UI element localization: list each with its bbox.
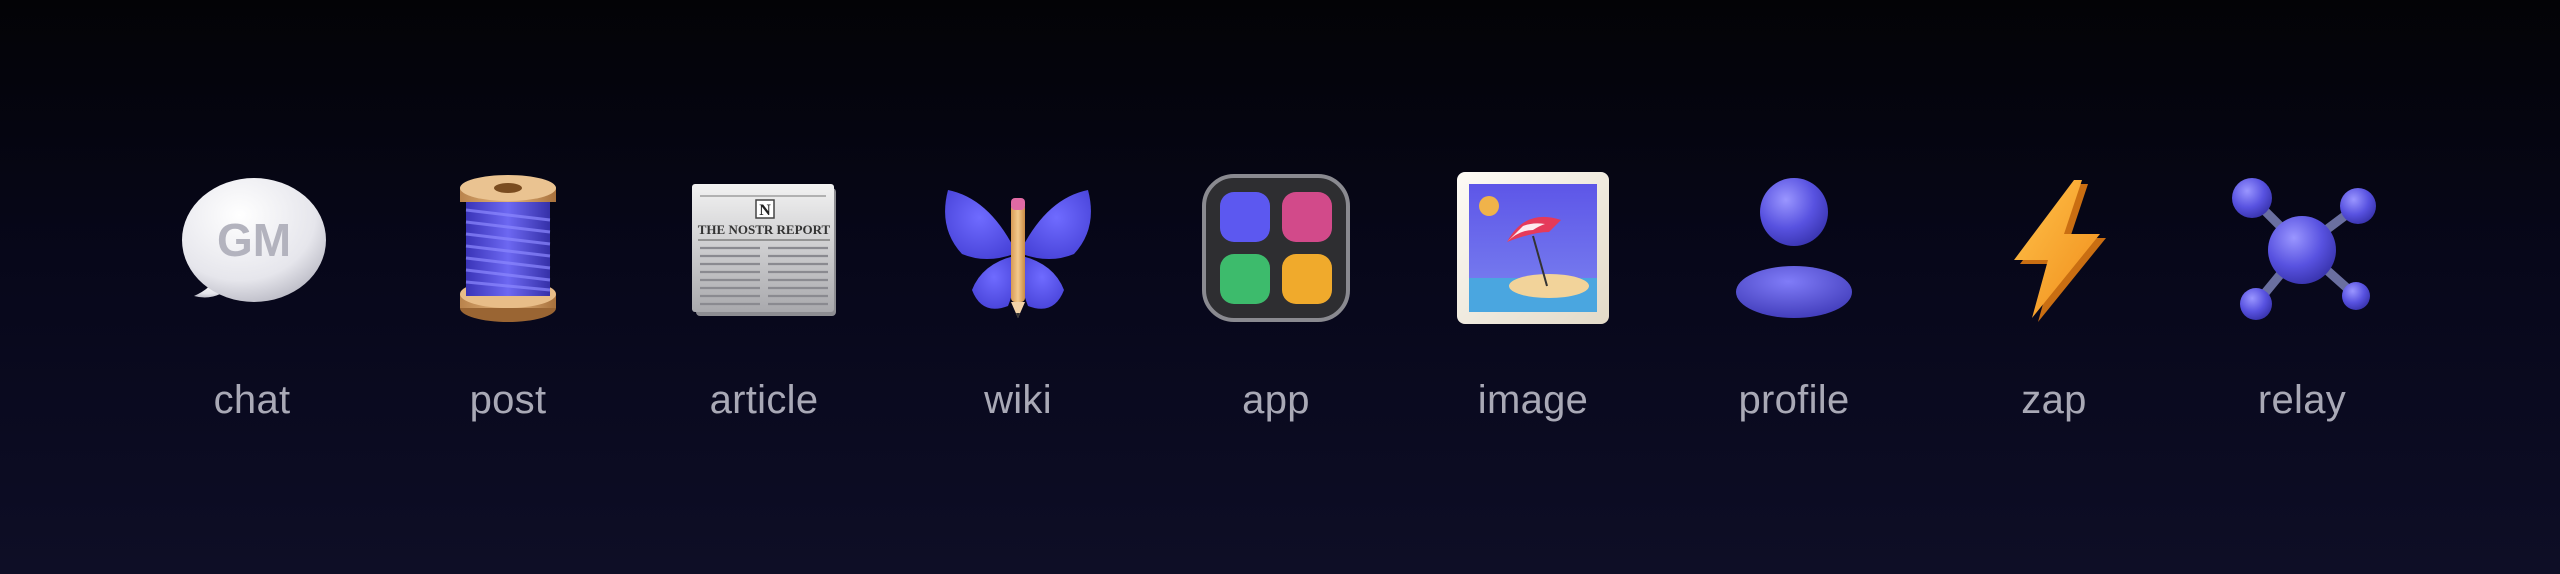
kind-label-zap: zap bbox=[2021, 378, 2087, 422]
masthead-letter: N bbox=[759, 202, 771, 219]
kind-label-article: article bbox=[709, 378, 819, 422]
kind-item-zap[interactable]: zap bbox=[1944, 168, 2164, 424]
kind-label-image: image bbox=[1477, 378, 1589, 422]
kind-item-post[interactable]: post bbox=[398, 168, 618, 424]
newspaper-headline: THE NOSTR REPORT bbox=[698, 222, 831, 237]
kind-item-article[interactable]: N THE NOSTR REPORT article bbox=[654, 168, 874, 424]
kind-item-relay[interactable]: relay bbox=[2192, 168, 2412, 424]
kinds-row: GM chat post N THE NOSTR REPORT article … bbox=[0, 0, 2560, 574]
newspaper-icon: N THE NOSTR REPORT bbox=[692, 184, 836, 316]
kind-item-chat[interactable]: GM chat bbox=[142, 168, 362, 424]
framed-beach-picture-icon bbox=[1457, 172, 1609, 324]
kind-item-profile[interactable]: profile bbox=[1684, 168, 1904, 424]
kind-label-post: post bbox=[469, 378, 547, 422]
bubble-text: GM bbox=[217, 214, 291, 266]
app-grid-icon bbox=[1202, 174, 1350, 322]
kind-item-image[interactable]: image bbox=[1423, 168, 1643, 424]
kind-label-relay: relay bbox=[2257, 378, 2347, 422]
kind-label-app: app bbox=[1242, 378, 1310, 422]
gm-speech-bubble-icon: GM bbox=[182, 178, 326, 302]
person-silhouette-icon bbox=[1736, 178, 1852, 318]
kind-label-profile: profile bbox=[1738, 378, 1850, 422]
butterfly-pencil-icon bbox=[945, 190, 1091, 318]
thread-spool-icon bbox=[460, 175, 556, 322]
kind-label-chat: chat bbox=[213, 378, 291, 422]
kind-item-wiki[interactable]: wiki bbox=[908, 168, 1128, 424]
kind-item-app[interactable]: app bbox=[1166, 168, 1386, 424]
kind-label-wiki: wiki bbox=[984, 378, 1052, 422]
network-nodes-icon bbox=[2232, 178, 2376, 320]
lightning-bolt-icon bbox=[2014, 180, 2106, 322]
